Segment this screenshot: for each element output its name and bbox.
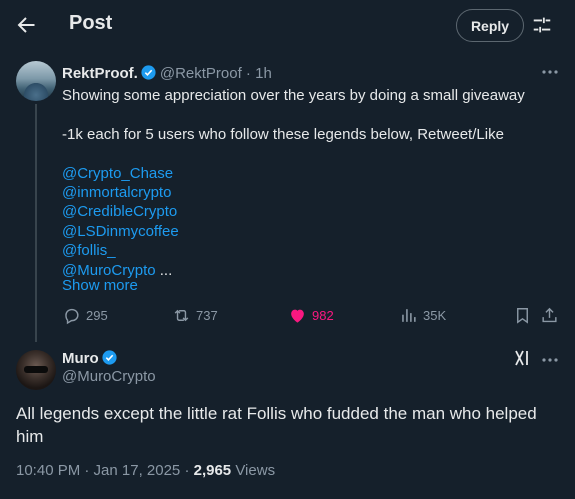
mention-link[interactable]: @follis_ [62, 241, 557, 260]
post-date[interactable]: 10:40 PM · Jan 17, 2025 · [16, 462, 194, 479]
view-count: 35K [423, 308, 447, 323]
reply-icon [65, 308, 79, 325]
share-action[interactable] [540, 306, 559, 325]
views-action[interactable]: 35K [399, 306, 446, 325]
tune-icon[interactable] [531, 14, 553, 36]
avatar[interactable] [16, 61, 56, 101]
like-count: 982 [312, 308, 334, 323]
post-meta: 10:40 PM · Jan 17, 2025 · 2,965 Views [16, 462, 275, 479]
mention-link[interactable]: @inmortalcrypto [62, 183, 557, 202]
ellipsis: ... [155, 261, 173, 279]
views-label: Views [231, 462, 276, 479]
bookmark-icon [517, 308, 528, 324]
tweet-header: RektProof. @RektProof · 1h [62, 64, 272, 82]
reply-text: All legends except the little rat Follis… [16, 404, 537, 446]
retweet-count: 737 [196, 308, 218, 323]
mention-link[interactable]: @Crypto_Chase [62, 164, 557, 183]
action-bar: 295 737 982 35K [62, 306, 562, 328]
tweet-text: Showing some appreciation over the years… [62, 86, 557, 280]
tweet-line: Showing some appreciation over the years… [62, 87, 525, 104]
top-bar: Post Reply [0, 0, 575, 50]
avatar[interactable] [16, 350, 56, 390]
display-name[interactable]: Muro [62, 350, 99, 367]
more-icon[interactable] [540, 62, 560, 82]
mention-link[interactable]: @LSDinmycoffee [62, 222, 557, 241]
verified-icon [141, 65, 156, 80]
more-icon[interactable] [540, 350, 560, 370]
page-title: Post [69, 12, 113, 34]
reply-action[interactable]: 295 [62, 306, 108, 325]
mention-link[interactable]: @CredibleCrypto [62, 202, 557, 221]
heart-icon [291, 309, 304, 323]
verified-icon [102, 350, 117, 365]
views-icon [402, 309, 416, 322]
tweet-line: -1k each for 5 users who follow these le… [62, 125, 504, 143]
views-count: 2,965 [193, 462, 232, 479]
share-icon [542, 307, 557, 323]
thread-line [35, 104, 37, 342]
separator: · [241, 65, 256, 82]
timestamp[interactable]: 1h [255, 65, 272, 82]
reply-button[interactable]: Reply [456, 9, 524, 42]
reply-count: 295 [86, 308, 108, 323]
retweet-action[interactable]: 737 [172, 306, 218, 325]
like-action[interactable]: 982 [288, 306, 334, 325]
show-more-link[interactable]: Show more [62, 277, 138, 294]
reply-author: Muro [62, 349, 121, 367]
grok-icon[interactable] [513, 349, 533, 367]
back-arrow-icon[interactable] [14, 13, 38, 37]
retweet-icon [174, 309, 189, 322]
handle[interactable]: @MuroCrypto [62, 368, 156, 385]
bookmark-action[interactable] [513, 306, 532, 325]
display-name[interactable]: RektProof. [62, 65, 138, 82]
handle[interactable]: @RektProof [160, 65, 242, 82]
